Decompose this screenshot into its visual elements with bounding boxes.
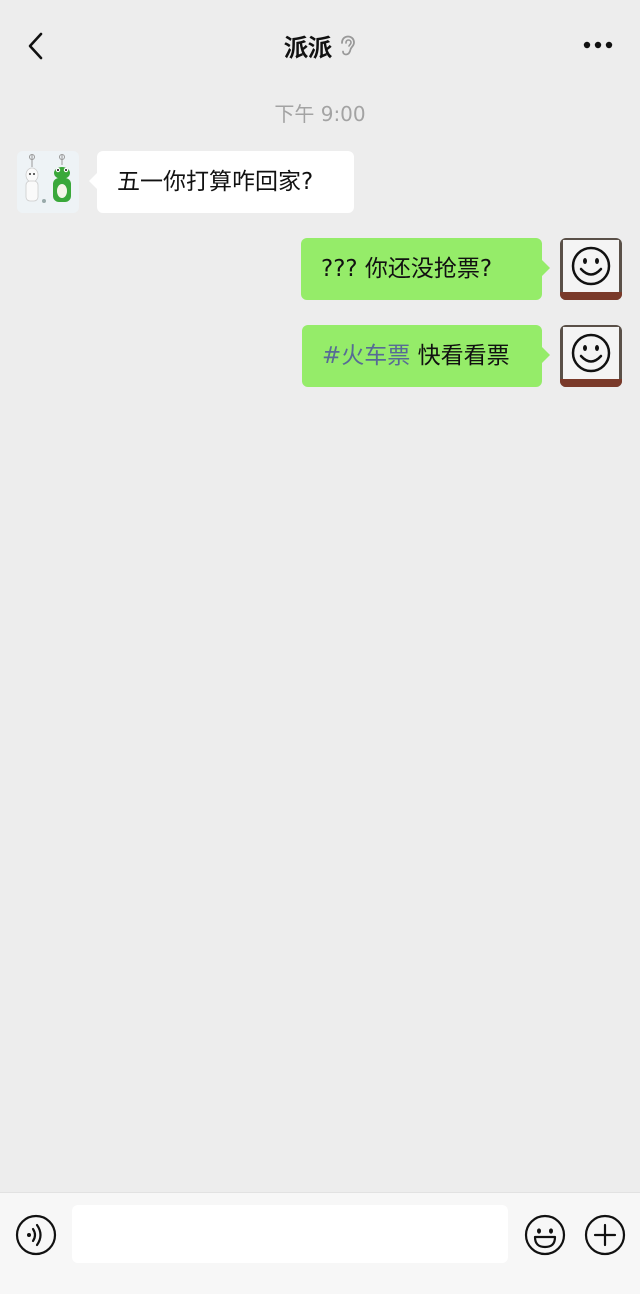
message-timestamp: 下午 9:00 xyxy=(274,102,366,126)
more-functions-button[interactable] xyxy=(584,1214,626,1256)
message-text: ??? 你还没抢票? xyxy=(321,256,493,282)
voice-button[interactable] xyxy=(15,1214,57,1256)
emoji-icon xyxy=(524,1214,566,1256)
voice-icon xyxy=(15,1214,57,1256)
my-avatar[interactable] xyxy=(560,238,622,300)
chat-header: 派派 xyxy=(0,0,640,90)
message-bubble-outgoing[interactable]: ??? 你还没抢票? xyxy=(301,238,550,300)
contact-avatar[interactable] xyxy=(17,151,79,213)
more-dots-icon xyxy=(583,41,613,49)
ear-icon xyxy=(338,35,356,57)
chat-title: 派派 xyxy=(284,34,332,62)
smiley-icon xyxy=(560,325,622,387)
emoji-button[interactable] xyxy=(524,1214,566,1256)
hashtag-link[interactable]: #火车票 xyxy=(322,343,410,369)
message-bubble-incoming[interactable]: 五一你打算咋回家? xyxy=(89,151,354,213)
smiley-icon xyxy=(560,238,622,300)
message-input[interactable] xyxy=(72,1205,508,1263)
message-text: 五一你打算咋回家? xyxy=(117,169,314,195)
title-wrap: 派派 xyxy=(0,28,640,63)
message-text: 快看看票 xyxy=(417,343,510,369)
message-bubble-outgoing[interactable]: #火车票 快看看票 xyxy=(302,325,550,387)
plus-icon xyxy=(584,1214,626,1256)
input-bar xyxy=(0,1192,640,1294)
my-avatar[interactable] xyxy=(560,325,622,387)
more-button[interactable] xyxy=(578,32,618,58)
